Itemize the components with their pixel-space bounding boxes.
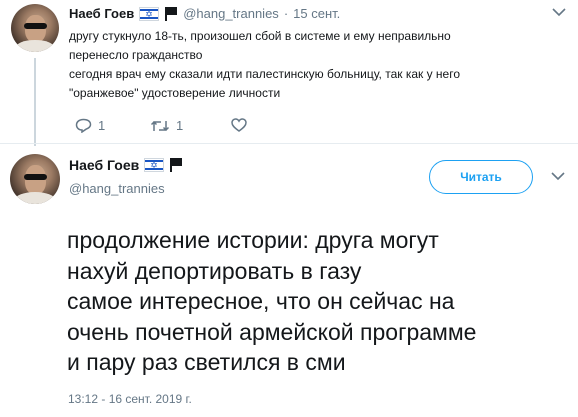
tweet-timestamp[interactable]: 13:12 - 16 сент. 2019 г.	[68, 392, 192, 406]
black-flag-icon	[164, 6, 178, 21]
israel-flag-icon: ✡	[144, 158, 165, 172]
author-name[interactable]: Наеб Гоев	[69, 6, 134, 21]
tweet-text-line: "оранжевое" удостоверение личности	[69, 86, 281, 100]
reply-action[interactable]: 1	[75, 118, 105, 133]
reply-count: 1	[98, 118, 106, 133]
tweet-text-line: другу стукнуло 18-ть, произошел сбой в с…	[69, 29, 451, 43]
tweet-text-line: нахуй депортировать в газу	[67, 257, 362, 284]
chevron-down-icon[interactable]	[552, 6, 566, 20]
like-icon	[231, 118, 247, 132]
divider	[0, 143, 578, 144]
tweet-text-line: и пару раз светился в сми	[67, 349, 346, 375]
tweet-text-line: перенесло гражданство	[69, 48, 203, 62]
tweet-text-line: очень почетной армейской программе	[67, 318, 477, 345]
author-handle[interactable]: @hang_trannies	[69, 181, 165, 196]
tweet-text-line: самое интересное, что он сейчас на	[67, 288, 455, 314]
avatar[interactable]	[11, 4, 59, 52]
retweet-icon	[150, 120, 170, 131]
black-flag-icon	[169, 158, 183, 172]
retweet-action[interactable]: 1	[150, 118, 183, 133]
follow-button[interactable]: Читать	[429, 160, 533, 194]
israel-flag-icon: ✡	[139, 6, 160, 21]
separator: ·	[283, 6, 289, 21]
tweet-text-line: сегодня врач ему сказали идти палестинск…	[69, 67, 461, 81]
thread-connector	[34, 58, 36, 146]
author-name[interactable]: Наеб Гоев	[69, 157, 139, 173]
retweet-count: 1	[176, 118, 184, 133]
author-handle[interactable]: @hang_trannies	[183, 6, 279, 21]
chevron-down-icon[interactable]	[551, 170, 565, 184]
tweet-text-line: продолжение истории: друга могут	[67, 227, 439, 253]
tweet-date[interactable]: 15 сент.	[293, 6, 340, 21]
reply-icon	[75, 118, 92, 133]
like-action[interactable]	[231, 118, 247, 132]
avatar[interactable]	[10, 154, 60, 204]
